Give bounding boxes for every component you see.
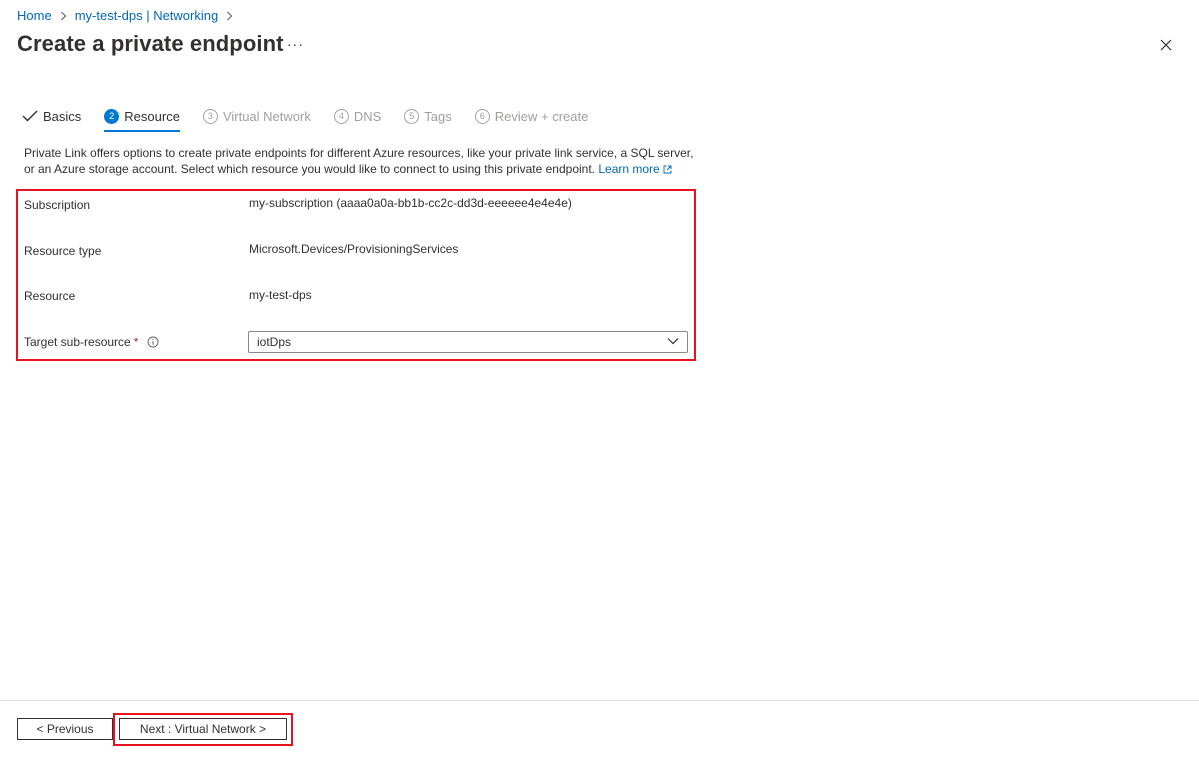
resource-type-value: Microsoft.Devices/ProvisioningServices (249, 242, 459, 256)
page-title: Create a private endpoint (17, 31, 284, 56)
footer-divider (0, 700, 1199, 701)
required-marker: * (133, 335, 139, 349)
breadcrumb-home-link[interactable]: Home (17, 8, 52, 23)
target-sub-resource-dropdown[interactable]: iotDps (248, 331, 688, 353)
tab-tags[interactable]: 5 Tags (404, 106, 452, 126)
target-sub-resource-label-group: Target sub-resource * (24, 335, 159, 349)
previous-button[interactable]: < Previous (17, 718, 113, 740)
resource-value: my-test-dps (249, 288, 312, 302)
description-text: Private Link offers options to create pr… (24, 145, 694, 178)
learn-more-link[interactable]: Learn more (598, 162, 672, 178)
learn-more-label: Learn more (598, 162, 660, 176)
checkmark-icon (22, 110, 38, 122)
subscription-label: Subscription (24, 198, 91, 212)
tab-label: Basics (43, 108, 82, 124)
tab-dns[interactable]: 4 DNS (333, 106, 382, 126)
tab-basics[interactable]: Basics (22, 106, 81, 126)
tab-label: Virtual Network (222, 108, 311, 124)
step-number-badge: 4 (333, 108, 349, 124)
tab-label: Review + create (494, 108, 589, 124)
chevron-right-icon (226, 11, 233, 21)
info-icon[interactable] (147, 336, 159, 348)
chevron-right-icon (60, 11, 67, 21)
chevron-down-icon (667, 337, 679, 345)
step-number-badge: 5 (404, 108, 420, 124)
target-sub-resource-selected-value: iotDps (257, 335, 292, 349)
tab-label: DNS (353, 108, 382, 124)
tab-resource[interactable]: 2 Resource (104, 106, 180, 132)
step-number-badge: 2 (104, 108, 120, 124)
step-number-badge: 3 (202, 108, 218, 124)
external-link-icon (663, 162, 672, 178)
target-sub-resource-label: Target sub-resource (24, 335, 131, 349)
tab-label: Resource (124, 108, 180, 124)
tab-label: Tags (424, 108, 452, 124)
wizard-tabs: Basics 2 Resource 3 Virtual Network 4 DN… (22, 106, 611, 132)
subscription-value: my-subscription (aaaa0a0a-bb1b-cc2c-dd3d… (249, 196, 572, 210)
resource-type-label: Resource type (24, 244, 102, 258)
step-number-badge: 6 (474, 108, 490, 124)
tab-review-create[interactable]: 6 Review + create (474, 106, 589, 126)
more-options-button[interactable]: ··· (287, 36, 304, 52)
tab-virtual-network[interactable]: 3 Virtual Network (202, 106, 311, 126)
next-virtual-network-button[interactable]: Next : Virtual Network > (119, 718, 287, 740)
breadcrumb-parent-link[interactable]: my-test-dps | Networking (75, 8, 219, 23)
close-icon[interactable] (1158, 37, 1174, 53)
description-body: Private Link offers options to create pr… (24, 146, 694, 176)
breadcrumb: Home my-test-dps | Networking (17, 8, 241, 23)
resource-label: Resource (24, 289, 76, 303)
